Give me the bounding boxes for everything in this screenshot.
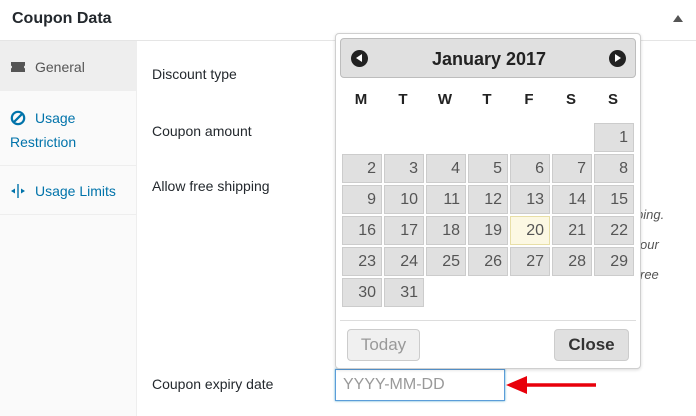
help-text-fragment: our (640, 237, 659, 252)
calendar-day[interactable]: 14 (552, 185, 592, 214)
today-button[interactable]: Today (347, 329, 420, 361)
calendar-day[interactable]: 24 (384, 247, 424, 276)
coupon-amount-label: Coupon amount (152, 123, 252, 139)
calendar-day[interactable]: 5 (468, 154, 508, 183)
calendar-day[interactable]: 17 (384, 216, 424, 245)
collapse-arrow-icon[interactable] (673, 15, 683, 22)
tab-usage-limits-label: Usage Limits (35, 183, 116, 199)
arrows-icon (11, 184, 25, 198)
calendar-day[interactable]: 7 (552, 154, 592, 183)
expiry-date-label: Coupon expiry date (152, 376, 274, 392)
calendar-day[interactable]: 9 (342, 185, 382, 214)
datepicker-month-title: January 2017 (431, 49, 547, 69)
datepicker: January 2017 M T W T F S S 1 2 3 4 5 6 7… (335, 33, 641, 369)
tab-usage-limits[interactable]: Usage Limits (0, 166, 137, 215)
calendar-day[interactable]: 11 (426, 185, 466, 214)
calendar-day[interactable]: 31 (384, 278, 424, 307)
calendar-day[interactable]: 22 (594, 216, 634, 245)
help-text-fragment: ree (640, 267, 659, 282)
free-shipping-label: Allow free shipping (152, 178, 270, 194)
calendar-day[interactable]: 2 (342, 154, 382, 183)
calendar-day[interactable]: 15 (594, 185, 634, 214)
weekday-header: W (437, 91, 453, 108)
weekday-header: F (524, 91, 534, 108)
weekday-header: M (354, 91, 368, 108)
calendar-day[interactable]: 23 (342, 247, 382, 276)
tab-usage-restriction[interactable]: Usage Restriction (0, 91, 137, 166)
weekday-header: T (398, 91, 408, 108)
ticket-icon (11, 62, 25, 72)
calendar-day[interactable]: 3 (384, 154, 424, 183)
calendar-day[interactable]: 1 (594, 123, 634, 152)
annotation-arrow-icon (506, 376, 596, 394)
close-button[interactable]: Close (554, 329, 629, 361)
calendar-day[interactable]: 29 (594, 247, 634, 276)
calendar-day[interactable]: 6 (510, 154, 550, 183)
calendar-day[interactable]: 28 (552, 247, 592, 276)
calendar-day[interactable]: 25 (426, 247, 466, 276)
calendar-day[interactable]: 10 (384, 185, 424, 214)
calendar-day[interactable]: 13 (510, 185, 550, 214)
tab-general-label: General (35, 59, 85, 75)
calendar-day[interactable]: 26 (468, 247, 508, 276)
calendar-day[interactable]: 19 (468, 216, 508, 245)
expiry-date-input[interactable] (335, 369, 505, 401)
panel-title: Coupon Data (12, 10, 112, 27)
weekday-header: S (565, 91, 576, 108)
calendar-day[interactable]: 27 (510, 247, 550, 276)
coupon-tabs: General Usage Restriction Usage Limits (0, 41, 137, 416)
tab-general[interactable]: General (0, 41, 137, 91)
datepicker-header: January 2017 (340, 38, 636, 78)
discount-type-label: Discount type (152, 66, 237, 82)
next-month-icon[interactable] (609, 50, 626, 67)
calendar-day[interactable]: 16 (342, 216, 382, 245)
calendar-day[interactable]: 18 (426, 216, 466, 245)
tab-usage-restriction-label: Usage Restriction (10, 110, 77, 150)
calendar-day[interactable]: 12 (468, 185, 508, 214)
weekday-header: T (482, 91, 492, 108)
calendar-day[interactable]: 21 (552, 216, 592, 245)
calendar-day[interactable]: 30 (342, 278, 382, 307)
calendar-day[interactable]: 8 (594, 154, 634, 183)
datepicker-divider (340, 320, 636, 321)
weekday-header: S (607, 91, 618, 108)
calendar-day-today[interactable]: 20 (510, 216, 550, 245)
calendar-day[interactable]: 4 (426, 154, 466, 183)
